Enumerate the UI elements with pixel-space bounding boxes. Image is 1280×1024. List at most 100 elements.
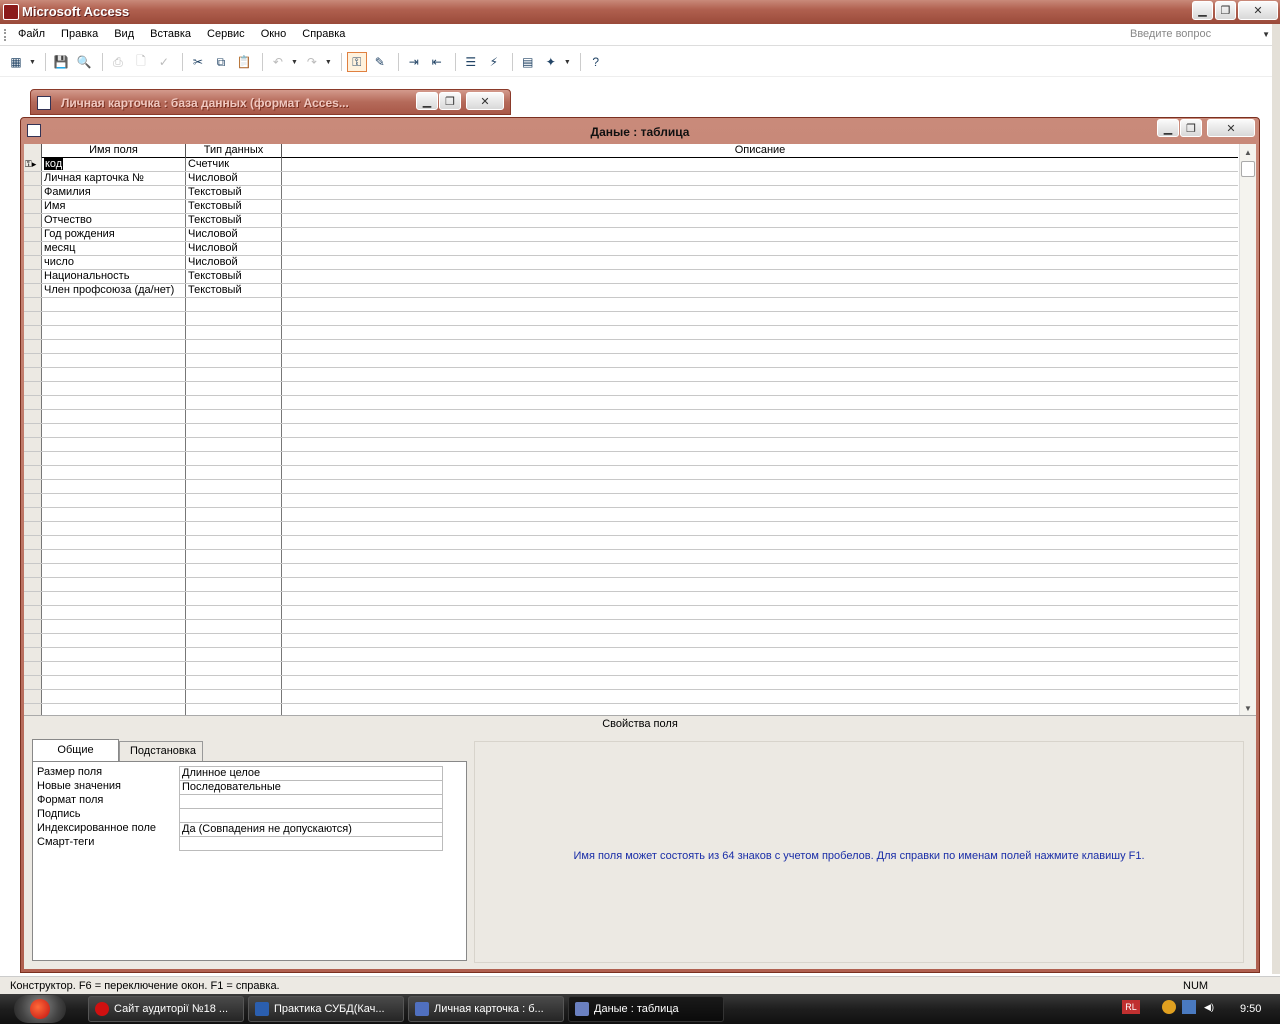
empty-row[interactable]: [24, 662, 1238, 676]
data-type-cell[interactable]: [186, 690, 282, 703]
field-name-cell[interactable]: [42, 536, 186, 549]
spelling-icon[interactable]: ✓: [154, 52, 174, 72]
data-type-cell[interactable]: [186, 634, 282, 647]
search-icon[interactable]: 🔍: [74, 52, 94, 72]
field-name-cell[interactable]: [42, 452, 186, 465]
table-row[interactable]: Национальность Текстовый: [24, 270, 1238, 284]
table-row[interactable]: Личная карточка № Числовой: [24, 172, 1238, 186]
data-type-cell[interactable]: [186, 536, 282, 549]
data-type-cell[interactable]: [186, 354, 282, 367]
description-cell[interactable]: [282, 172, 1238, 185]
description-cell[interactable]: [282, 606, 1238, 619]
delete-rows-icon[interactable]: ⇤: [427, 52, 447, 72]
data-type-cell[interactable]: [186, 508, 282, 521]
data-type-cell[interactable]: [186, 704, 282, 715]
language-indicator[interactable]: RL: [1122, 1000, 1140, 1014]
table-row[interactable]: Фамилия Текстовый: [24, 186, 1238, 200]
table-row[interactable]: ⚿▸ код Счетчик: [24, 158, 1238, 172]
data-type-cell[interactable]: [186, 326, 282, 339]
row-selector[interactable]: [24, 424, 42, 437]
description-cell[interactable]: [282, 522, 1238, 535]
empty-row[interactable]: [24, 676, 1238, 690]
row-selector[interactable]: [24, 536, 42, 549]
data-type-cell[interactable]: [186, 480, 282, 493]
description-cell[interactable]: [282, 536, 1238, 549]
print-icon[interactable]: ⎙: [108, 52, 128, 72]
network-icon[interactable]: [1182, 1000, 1196, 1014]
empty-row[interactable]: [24, 690, 1238, 704]
table-row[interactable]: Имя Текстовый: [24, 200, 1238, 214]
field-name-cell[interactable]: [42, 508, 186, 521]
table-row[interactable]: Год рождения Числовой: [24, 228, 1238, 242]
field-name-cell[interactable]: [42, 564, 186, 577]
start-button[interactable]: [14, 995, 66, 1023]
row-selector[interactable]: [24, 466, 42, 479]
field-name-cell[interactable]: [42, 578, 186, 591]
field-name-cell[interactable]: код: [42, 158, 186, 171]
description-cell[interactable]: [282, 340, 1238, 353]
data-type-cell[interactable]: [186, 312, 282, 325]
description-cell[interactable]: [282, 550, 1238, 563]
table-row[interactable]: Отчество Текстовый: [24, 214, 1238, 228]
description-cell[interactable]: [282, 326, 1238, 339]
field-name-cell[interactable]: [42, 326, 186, 339]
row-selector[interactable]: [24, 312, 42, 325]
row-selector[interactable]: [24, 172, 42, 185]
field-name-cell[interactable]: Год рождения: [42, 228, 186, 241]
property-row[interactable]: Размер поля Длинное целое: [37, 766, 445, 780]
empty-row[interactable]: [24, 704, 1238, 715]
empty-row[interactable]: [24, 480, 1238, 494]
field-name-cell[interactable]: [42, 340, 186, 353]
description-cell[interactable]: [282, 396, 1238, 409]
description-cell[interactable]: [282, 704, 1238, 715]
empty-row[interactable]: [24, 340, 1238, 354]
tray-app-icon[interactable]: [1162, 1000, 1176, 1014]
data-type-cell[interactable]: Числовой: [186, 172, 282, 185]
empty-row[interactable]: [24, 368, 1238, 382]
row-selector[interactable]: [24, 550, 42, 563]
row-selector[interactable]: [24, 340, 42, 353]
menu-view[interactable]: Вид: [112, 28, 140, 40]
database-window-icon[interactable]: ▤: [518, 52, 538, 72]
menubar-grip[interactable]: [4, 29, 7, 41]
new-object-icon[interactable]: ✦: [541, 52, 561, 72]
field-name-cell[interactable]: Национальность: [42, 270, 186, 283]
row-selector[interactable]: [24, 564, 42, 577]
print-preview-icon[interactable]: 🗋: [131, 52, 151, 72]
db-close-button[interactable]: ✕: [466, 92, 504, 110]
data-type-cell[interactable]: Текстовый: [186, 186, 282, 199]
empty-row[interactable]: [24, 312, 1238, 326]
taskbar-item-table[interactable]: Даные : таблица: [568, 996, 724, 1022]
row-selector[interactable]: [24, 634, 42, 647]
empty-row[interactable]: [24, 466, 1238, 480]
table-row[interactable]: число Числовой: [24, 256, 1238, 270]
field-name-cell[interactable]: [42, 424, 186, 437]
empty-row[interactable]: [24, 396, 1238, 410]
row-selector[interactable]: [24, 410, 42, 423]
field-name-cell[interactable]: [42, 480, 186, 493]
description-cell[interactable]: [282, 648, 1238, 661]
data-type-cell[interactable]: [186, 424, 282, 437]
description-cell[interactable]: [282, 298, 1238, 311]
tab-general[interactable]: Общие: [32, 739, 119, 761]
field-name-cell[interactable]: Член профсоюза (да/нет): [42, 284, 186, 297]
row-selector[interactable]: [24, 452, 42, 465]
taskbar-clock[interactable]: 9:50: [1240, 1003, 1261, 1015]
empty-row[interactable]: [24, 522, 1238, 536]
empty-row[interactable]: [24, 578, 1238, 592]
field-name-cell[interactable]: Личная карточка №: [42, 172, 186, 185]
redo-dropdown-icon[interactable]: ▼: [325, 59, 332, 66]
row-selector[interactable]: [24, 242, 42, 255]
property-value[interactable]: [179, 794, 443, 808]
primary-key-icon[interactable]: ⚿: [346, 52, 367, 72]
field-name-cell[interactable]: [42, 648, 186, 661]
table-restore-button[interactable]: ❐: [1180, 119, 1202, 137]
row-selector[interactable]: [24, 648, 42, 661]
chevron-down-icon[interactable]: ▼: [1262, 30, 1270, 39]
property-value[interactable]: [179, 808, 443, 822]
field-name-cell[interactable]: [42, 704, 186, 715]
description-cell[interactable]: [282, 676, 1238, 689]
undo-dropdown-icon[interactable]: ▼: [291, 59, 298, 66]
data-type-cell[interactable]: [186, 452, 282, 465]
description-cell[interactable]: [282, 354, 1238, 367]
